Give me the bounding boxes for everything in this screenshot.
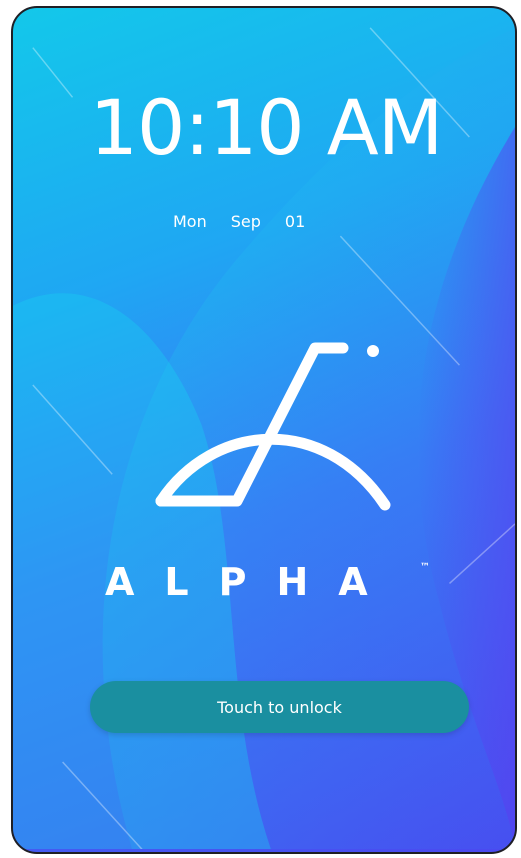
brand-name: ALPHA — [105, 560, 398, 604]
trademark-symbol: ™ — [420, 562, 430, 573]
alpha-logo-icon — [155, 342, 391, 511]
touch-to-unlock-button[interactable]: Touch to unlock — [90, 681, 469, 733]
clock-time: 10:10 AM — [89, 83, 444, 172]
lock-screen: 10:10 AM Mon Sep 01 ALPHA ™ Touch to unl… — [11, 6, 517, 854]
date-day: 01 — [284, 212, 306, 231]
date-display: Mon Sep 01 — [173, 212, 305, 231]
date-weekday: Mon — [173, 212, 207, 231]
date-month: Sep — [230, 212, 261, 231]
